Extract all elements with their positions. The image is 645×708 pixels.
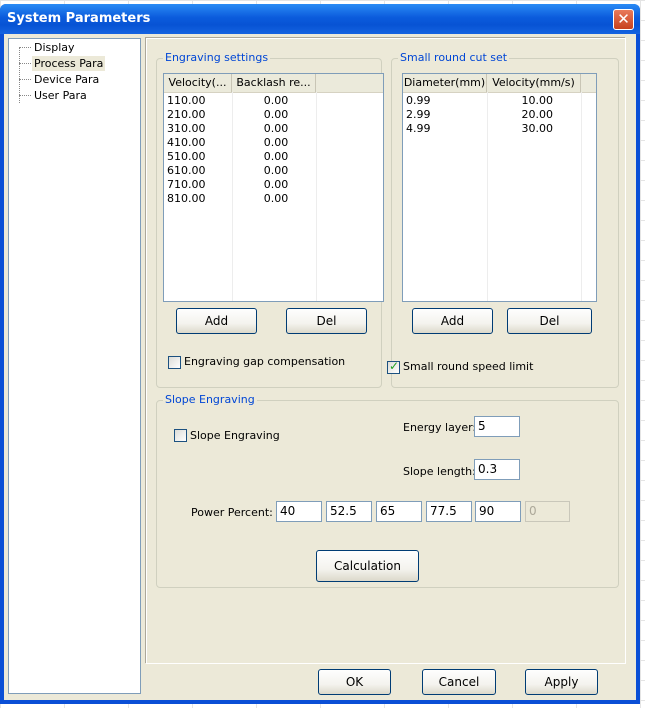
table-row[interactable]: 710.00 0.00 <box>164 178 383 192</box>
small-round-del-button[interactable]: Del <box>507 308 592 334</box>
category-tree: Display Process Para Device Para User Pa… <box>8 38 141 694</box>
group-title: Slope Engraving <box>163 393 257 406</box>
engraving-gap-compensation-label: Engraving gap compensation <box>184 355 346 368</box>
tree-connector <box>19 63 31 64</box>
table-row[interactable]: 210.00 0.00 <box>164 108 383 122</box>
table-row[interactable]: 0.99 10.00 <box>403 94 596 108</box>
table-cell: 0.00 <box>263 94 289 107</box>
column-header-velocity[interactable]: Velocity(... <box>164 74 232 92</box>
title-bar[interactable]: System Parameters ✕ <box>0 4 640 34</box>
table-cell: 210.00 <box>167 108 206 121</box>
small-round-add-button[interactable]: Add <box>412 308 493 334</box>
ok-button[interactable]: OK <box>318 669 391 695</box>
power-percent-input-2[interactable]: 52.5 <box>326 501 372 522</box>
table-cell: 0.00 <box>263 164 289 177</box>
tree-item-label: Display <box>34 41 75 54</box>
table-cell: 0.00 <box>263 178 289 191</box>
cancel-button[interactable]: Cancel <box>422 669 496 695</box>
column-header-velocity[interactable]: Velocity(mm/s) <box>487 74 581 92</box>
table-cell: 110.00 <box>167 94 206 107</box>
small-round-cut-group: Small round cut set Diameter(mm) Velocit… <box>387 51 619 388</box>
table-cell: 810.00 <box>167 192 206 205</box>
slope-engraving-checkbox[interactable] <box>174 429 187 442</box>
table-row[interactable]: 4.99 30.00 <box>403 122 596 136</box>
engraving-del-button[interactable]: Del <box>286 308 367 334</box>
list-header: Diameter(mm) Velocity(mm/s) <box>403 74 596 93</box>
energy-layer-input[interactable]: 5 <box>474 416 520 437</box>
system-parameters-dialog: System Parameters ✕ Display Process Para… <box>0 4 640 704</box>
tree-item-label: User Para <box>34 89 87 102</box>
table-cell: 0.00 <box>263 136 289 149</box>
table-row[interactable]: 310.00 0.00 <box>164 122 383 136</box>
table-cell: 410.00 <box>167 136 206 149</box>
table-cell: 510.00 <box>167 150 206 163</box>
table-cell: 10.00 <box>521 94 554 107</box>
power-percent-input-1[interactable]: 40 <box>276 501 322 522</box>
table-cell: 30.00 <box>521 122 554 135</box>
table-cell: 0.00 <box>263 122 289 135</box>
tree-item-label: Device Para <box>34 73 100 86</box>
engraving-gap-compensation-checkbox[interactable] <box>168 356 181 369</box>
power-percent-input-4[interactable]: 77.5 <box>426 501 472 522</box>
power-percent-input-6: 0 <box>525 501 570 522</box>
tree-connector <box>19 47 31 48</box>
table-cell: 310.00 <box>167 122 206 135</box>
table-cell: 2.99 <box>406 108 431 121</box>
group-title: Engraving settings <box>163 51 271 64</box>
small-round-speed-limit-checkbox[interactable]: ✓ <box>387 359 400 374</box>
slope-length-input[interactable]: 0.3 <box>474 459 520 480</box>
table-row[interactable]: 2.99 20.00 <box>403 108 596 122</box>
engraving-settings-group: Engraving settings Velocity(... Backlash… <box>156 51 384 388</box>
table-cell: 20.00 <box>521 108 554 121</box>
table-row[interactable]: 510.00 0.00 <box>164 150 383 164</box>
table-row[interactable]: 110.00 0.00 <box>164 94 383 108</box>
engraving-settings-list[interactable]: Velocity(... Backlash re... 110.00 0.00 21… <box>163 73 384 302</box>
checkmark-icon: ✓ <box>389 359 400 373</box>
slope-engraving-label: Slope Engraving <box>190 429 280 442</box>
table-row[interactable]: 810.00 0.00 <box>164 192 383 206</box>
tree-connector <box>19 79 31 80</box>
table-row[interactable]: 410.00 0.00 <box>164 136 383 150</box>
table-cell: 0.00 <box>263 108 289 121</box>
close-button[interactable]: ✕ <box>613 9 634 30</box>
apply-button[interactable]: Apply <box>525 669 598 695</box>
dialog-client-area: Display Process Para Device Para User Pa… <box>4 34 636 700</box>
column-header-diameter[interactable]: Diameter(mm) <box>403 74 487 92</box>
list-header: Velocity(... Backlash re... <box>164 74 383 93</box>
calculation-button[interactable]: Calculation <box>316 550 419 582</box>
slope-length-label: Slope length: <box>403 465 476 478</box>
group-title: Small round cut set <box>398 51 510 64</box>
table-cell: 0.99 <box>406 94 431 107</box>
window-title: System Parameters <box>7 11 151 26</box>
table-cell: 0.00 <box>263 150 289 163</box>
power-percent-label: Power Percent: <box>191 506 273 519</box>
table-cell: 0.00 <box>263 192 289 205</box>
process-para-panel: Engraving settings Velocity(... Backlash… <box>146 38 626 664</box>
table-cell: 4.99 <box>406 122 431 135</box>
close-icon: ✕ <box>617 10 630 28</box>
column-header-backlash[interactable]: Backlash re... <box>232 74 316 92</box>
energy-layer-label: Energy layer: <box>403 421 477 434</box>
tree-item-label: Process Para <box>32 56 106 71</box>
table-cell: 610.00 <box>167 164 206 177</box>
slope-engraving-group: Slope Engraving Slope Engraving Energy l… <box>156 393 619 588</box>
tree-connector <box>19 95 31 96</box>
table-cell: 710.00 <box>167 178 206 191</box>
power-percent-input-3[interactable]: 65 <box>376 501 422 522</box>
table-row[interactable]: 610.00 0.00 <box>164 164 383 178</box>
engraving-add-button[interactable]: Add <box>176 308 257 334</box>
small-round-speed-limit-label: Small round speed limit <box>403 360 534 373</box>
small-round-list[interactable]: Diameter(mm) Velocity(mm/s) 0.99 10.00 2.9… <box>402 73 597 302</box>
power-percent-input-5[interactable]: 90 <box>475 501 521 522</box>
